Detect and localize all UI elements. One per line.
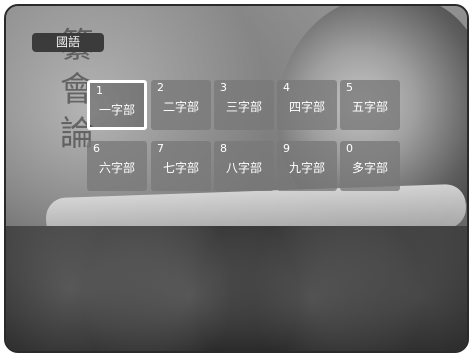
- cell-label: 二字部: [162, 100, 199, 114]
- cell-label: 多字部: [351, 161, 388, 175]
- cell-label: 九字部: [288, 161, 325, 175]
- cell-label: 七字部: [162, 161, 199, 175]
- character-count-grid: 1 一字部 2 二字部 3 三字部 4 四字部 5 五字部 6 六字部 7 七字…: [87, 80, 400, 192]
- grid-cell-9[interactable]: 9 九字部: [277, 141, 337, 191]
- background-sofa: [6, 226, 467, 351]
- cell-label: 六字部: [98, 161, 135, 175]
- grid-cell-7[interactable]: 7 七字部: [151, 141, 211, 191]
- cell-label: 三字部: [225, 100, 262, 114]
- grid-cell-0[interactable]: 0 多字部: [340, 141, 400, 191]
- cell-number: 7: [157, 142, 164, 155]
- cell-number: 5: [346, 81, 353, 94]
- cell-label: 五字部: [351, 100, 388, 114]
- grid-cell-5[interactable]: 5 五字部: [340, 80, 400, 130]
- cell-label: 八字部: [225, 161, 262, 175]
- grid-cell-1[interactable]: 1 一字部: [87, 80, 147, 130]
- cell-number: 4: [283, 81, 290, 94]
- cell-number: 8: [220, 142, 227, 155]
- tv-screen: 纂會論 國語 1 一字部 2 二字部 3 三字部 4 四字部 5 五字部 6 六…: [4, 4, 469, 353]
- cell-number: 9: [283, 142, 290, 155]
- cell-number: 1: [96, 84, 103, 97]
- language-tab[interactable]: 國語: [32, 33, 104, 52]
- cell-label: 四字部: [288, 100, 325, 114]
- grid-cell-4[interactable]: 4 四字部: [277, 80, 337, 130]
- grid-cell-2[interactable]: 2 二字部: [151, 80, 211, 130]
- grid-cell-6[interactable]: 6 六字部: [87, 141, 147, 191]
- grid-cell-8[interactable]: 8 八字部: [214, 141, 274, 191]
- cell-number: 2: [157, 81, 164, 94]
- cell-number: 3: [220, 81, 227, 94]
- cell-number: 6: [93, 142, 100, 155]
- cell-label: 一字部: [98, 103, 135, 117]
- cell-number: 0: [346, 142, 353, 155]
- grid-cell-3[interactable]: 3 三字部: [214, 80, 274, 130]
